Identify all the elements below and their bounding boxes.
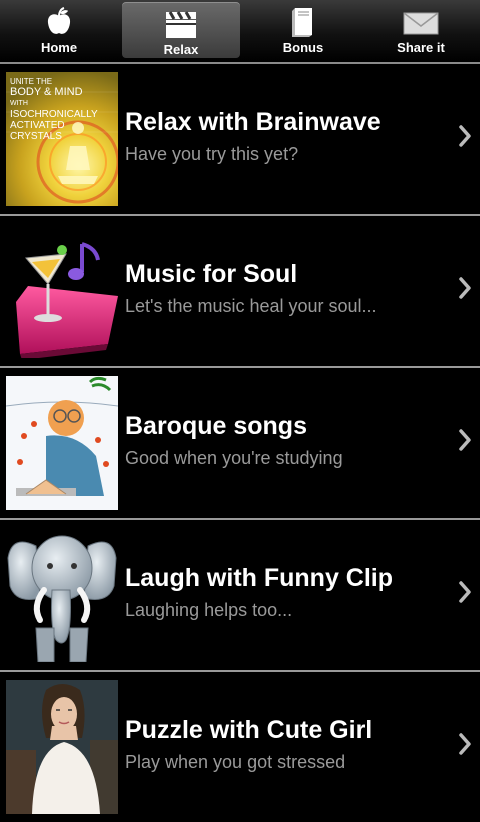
list-item[interactable]: Baroque songs Good when you're studying bbox=[0, 368, 480, 520]
tab-bar: Home Relax Bonus Share it bbox=[0, 0, 480, 64]
item-title: Baroque songs bbox=[125, 412, 307, 440]
relax-list: UNITE THE BODY & MIND WITH ISOCHRONICALL… bbox=[0, 64, 480, 822]
envelope-icon bbox=[402, 6, 440, 38]
item-subtitle: Let's the music heal your soul... bbox=[125, 296, 377, 316]
cover-text-line: BODY & MIND bbox=[10, 86, 83, 98]
chevron-right-icon bbox=[458, 428, 472, 457]
book-icon bbox=[288, 6, 318, 38]
item-title: Music for Soul bbox=[125, 260, 298, 288]
tab-share-label: Share it bbox=[397, 40, 445, 55]
girl-photo-icon bbox=[6, 680, 118, 814]
item-title: Relax with Brainwave bbox=[125, 108, 381, 136]
item-subtitle: Laughing helps too... bbox=[125, 600, 293, 620]
tab-bonus[interactable]: Bonus bbox=[244, 0, 362, 62]
cover-text-line: ISOCHRONICALLY bbox=[10, 109, 98, 120]
meditation-cover-icon: UNITE THE BODY & MIND WITH ISOCHRONICALL… bbox=[6, 72, 118, 206]
music-cocktail-icon bbox=[6, 224, 118, 358]
item-title: Laugh with Funny Clip bbox=[125, 564, 394, 592]
chevron-right-icon bbox=[458, 732, 472, 761]
student-aquarium-illustration-icon bbox=[6, 376, 118, 510]
item-subtitle: Play when you got stressed bbox=[125, 752, 346, 772]
tab-relax[interactable]: Relax bbox=[122, 2, 240, 58]
cover-text-line: WITH bbox=[10, 100, 28, 107]
list-item[interactable]: Music for Soul Let's the music heal your… bbox=[0, 216, 480, 368]
tab-bonus-label: Bonus bbox=[282, 40, 324, 55]
tab-home[interactable]: Home bbox=[0, 0, 118, 62]
elephant-icon bbox=[6, 528, 118, 662]
chevron-right-icon bbox=[458, 276, 472, 305]
list-item[interactable]: UNITE THE BODY & MIND WITH ISOCHRONICALL… bbox=[0, 64, 480, 216]
item-subtitle: Good when you're studying bbox=[125, 448, 343, 468]
apple-icon bbox=[44, 6, 74, 38]
clapperboard-icon bbox=[163, 8, 199, 40]
list-item[interactable]: Laugh with Funny Clip Laughing helps too… bbox=[0, 520, 480, 672]
item-subtitle: Have you try this yet? bbox=[125, 144, 299, 164]
cover-text-line: CRYSTALS bbox=[10, 131, 62, 142]
tab-relax-label: Relax bbox=[163, 42, 199, 57]
chevron-right-icon bbox=[458, 580, 472, 609]
chevron-right-icon bbox=[458, 124, 472, 153]
item-title: Puzzle with Cute Girl bbox=[125, 716, 373, 744]
tab-home-label: Home bbox=[40, 40, 78, 55]
cover-text-line: ACTIVATED bbox=[10, 120, 65, 131]
tab-share[interactable]: Share it bbox=[362, 0, 480, 62]
